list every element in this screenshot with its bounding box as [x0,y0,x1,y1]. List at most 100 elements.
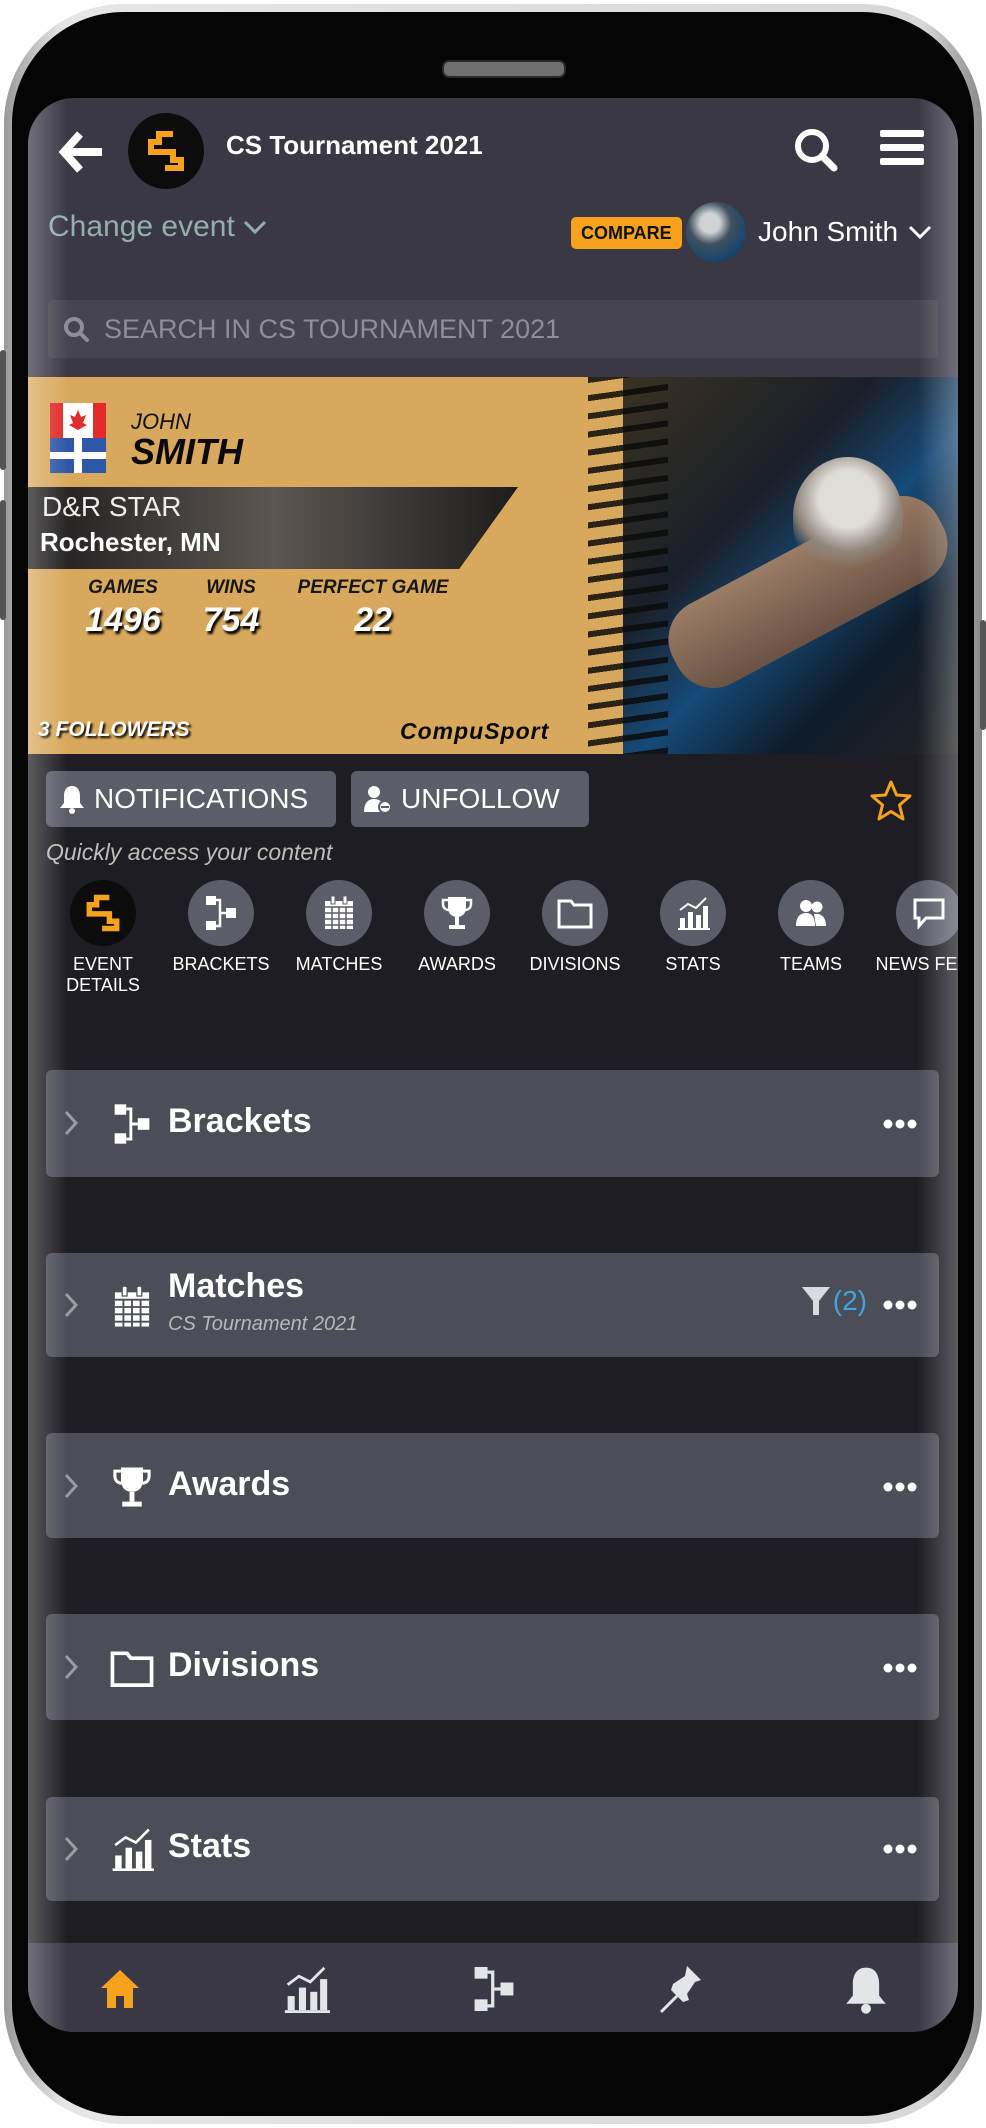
quick-access-awards[interactable]: AWARDS [398,880,516,975]
player-location: Rochester, MN [40,527,221,557]
search-button[interactable] [792,126,840,174]
quick-access-circle [542,880,608,946]
compare-button[interactable]: COMPARE [571,217,682,249]
quick-access-label: AWARDS [418,954,496,974]
bell-icon [60,786,84,814]
unfollow-label: UNFOLLOW [401,783,560,814]
quick-access-teams[interactable]: TEAMS [752,880,870,975]
section-card-divisions[interactable]: Divisions [46,1614,939,1720]
chevron-right-icon [64,1110,79,1136]
users-icon [796,900,826,926]
stat-games: GAMES 1496 [68,577,178,640]
filter-button[interactable]: (2) [801,1285,867,1317]
search-input[interactable] [102,312,906,346]
notifications-label: NOTIFICATIONS [94,783,309,814]
notifications-button[interactable]: NOTIFICATIONS [46,771,336,827]
quick-access-circle [424,880,490,946]
stats-chart-icon [112,1828,154,1871]
chevron-right-icon [64,1292,79,1318]
nav-pinned[interactable] [652,1963,708,2015]
folder-icon [557,899,593,929]
paint-splatter-decoration [588,377,668,754]
event-logo[interactable] [128,113,204,189]
cs-logo-icon [86,894,120,932]
chevron-down-icon [243,220,266,235]
quick-access-label: STATS [665,954,721,974]
chevron-down-icon [909,225,932,240]
quick-access-label: NEWS FEED [875,954,958,974]
team-name: D&R STAR [42,491,182,522]
quick-access-divisions[interactable]: DIVISIONS [516,880,634,975]
section-title: Brackets [168,1102,312,1140]
trophy-icon [441,897,473,929]
nav-brackets[interactable] [466,1963,522,2015]
user-remove-icon [364,786,392,814]
quick-access-label: DIVISIONS [529,954,621,974]
quick-access-label: BRACKETS [172,954,270,974]
player-last-name: SMITH [131,431,243,472]
section-card-stats[interactable]: Stats [46,1797,939,1901]
section-subtitle: CS Tournament 2021 [168,1313,358,1335]
change-event-dropdown[interactable]: Change event [48,210,267,244]
filter-icon [801,1287,830,1315]
chevron-right-icon [64,1473,79,1499]
nav-notifications[interactable] [838,1963,894,2015]
power-button [980,620,986,730]
chevron-right-icon [64,1654,79,1680]
more-options-icon[interactable] [883,1662,917,1674]
more-options-icon[interactable] [883,1299,917,1311]
quick-access-circle [306,880,372,946]
quick-access-matches[interactable]: MATCHES [280,880,398,975]
menu-button[interactable] [880,128,924,168]
phone-speaker [442,60,566,78]
section-title: Stats [168,1827,252,1865]
pin-icon [659,1966,701,2014]
section-card-brackets[interactable]: Brackets [46,1070,939,1177]
quick-access-circle [778,880,844,946]
back-button[interactable] [58,128,106,176]
user-selector[interactable]: John Smith [758,216,932,248]
app-screen: CS Tournament 2021 Change event COMPARE … [28,98,958,2032]
star-outline-icon [870,780,912,821]
home-icon [101,1970,139,2008]
more-options-icon[interactable] [883,1481,917,1493]
avatar[interactable] [686,202,746,262]
stats-chart-icon [284,1966,330,2013]
quick-access-circle [660,880,726,946]
calendar-icon [114,1285,150,1327]
quick-access-stats[interactable]: STATS [634,880,752,975]
section-card-matches[interactable]: Matches CS Tournament 2021 (2) [46,1253,939,1357]
followers-count[interactable]: 3 FOLLOWERS [38,718,190,742]
player-photo-detail [793,457,903,577]
section-title: Divisions [168,1646,320,1684]
bracket-icon [206,896,236,930]
quick-access-label: TEAMS [779,954,842,974]
search-icon [795,129,838,172]
flag-icon [50,403,106,473]
more-options-icon[interactable] [883,1118,917,1130]
volume-button [0,500,6,620]
section-card-awards[interactable]: Awards [46,1433,939,1538]
favorite-button[interactable] [868,778,914,824]
quick-access-label: MATCHES [295,954,383,974]
chevron-right-icon [64,1836,79,1862]
nav-stats[interactable] [278,1963,334,2015]
bell-icon [846,1967,886,2014]
bracket-icon [474,1967,514,2011]
app-header: CS Tournament 2021 [28,108,958,189]
quick-access-event-details[interactable]: EVENT DETAILS [44,880,162,996]
cs-logo-icon [148,131,184,171]
speech-bubble-icon [913,898,945,929]
unfollow-button[interactable]: UNFOLLOW [351,771,589,827]
quick-access-brackets[interactable]: BRACKETS [162,880,280,975]
quick-access-news-feed[interactable]: NEWS FEED [870,880,958,975]
quick-access-circle [70,880,136,946]
stat-value: 754 [202,601,260,639]
nav-home[interactable] [92,1963,148,2015]
quick-access-circle [896,880,958,946]
volume-button [0,350,6,470]
more-options-icon[interactable] [883,1843,917,1855]
hamburger-menu-icon [880,130,924,165]
quick-access-row: EVENT DETAILS BRACKETS MATCHES AWARDS DI… [28,880,958,1010]
section-title: Awards [168,1465,291,1503]
